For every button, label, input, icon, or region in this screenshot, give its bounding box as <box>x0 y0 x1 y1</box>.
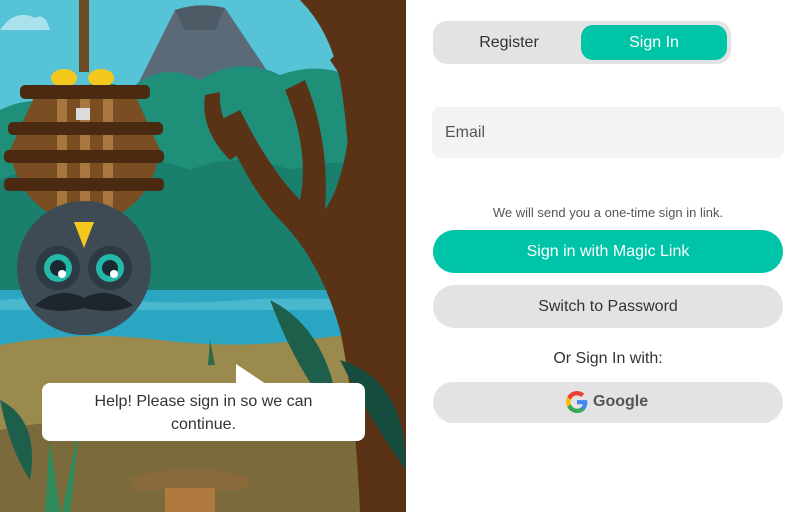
google-label: Google <box>593 393 649 410</box>
or-sign-in-label: Or Sign In with: <box>553 350 663 367</box>
illustration-panel: Help! Please sign in so we can continue. <box>0 0 406 512</box>
google-sign-in-button[interactable]: Google <box>433 382 783 423</box>
sign-in-panel: Register Sign In We will send you a one-… <box>406 0 812 512</box>
speech-text-line1: Help! Please sign in so we can <box>94 393 313 410</box>
sign-in-magic-link-button[interactable]: Sign in with Magic Link <box>433 230 783 273</box>
sign-in-modal: Help! Please sign in so we can continue.… <box>0 0 812 512</box>
tab-register[interactable]: Register <box>437 25 581 60</box>
speech-bubble-tail <box>236 364 266 384</box>
google-icon <box>566 391 588 413</box>
speech-text-line2: continue. <box>171 416 236 433</box>
speech-bubble: Help! Please sign in so we can continue. <box>42 383 365 441</box>
magic-link-hint: We will send you a one-time sign in link… <box>492 205 724 220</box>
tab-sign-in[interactable]: Sign In <box>581 25 727 60</box>
switch-to-password-button[interactable]: Switch to Password <box>433 285 783 328</box>
email-input[interactable] <box>432 107 784 158</box>
auth-mode-toggle: Register Sign In <box>433 21 731 64</box>
